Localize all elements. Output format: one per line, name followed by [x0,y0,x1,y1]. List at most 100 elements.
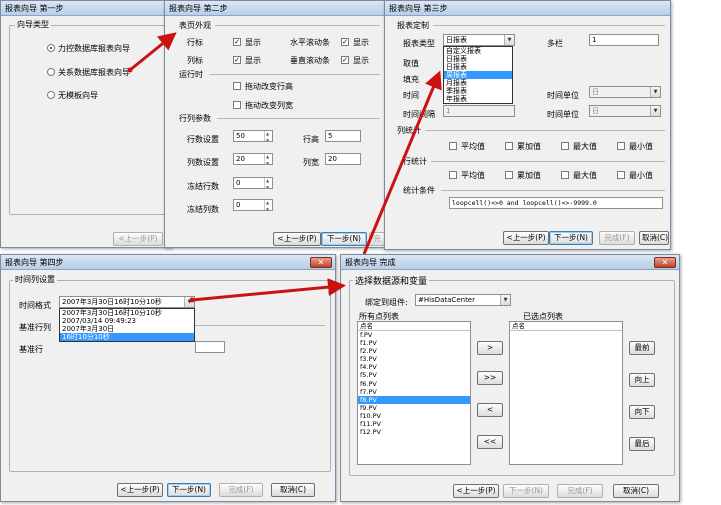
col-sum-label[interactable]: 累加值 [517,141,541,152]
col-count-input[interactable]: 20 [233,153,273,165]
finish-button[interactable]: 完成(F) [219,483,263,497]
table-row[interactable]: f8.PV [358,395,470,404]
freeze-cols-input[interactable]: 0 [233,199,273,211]
next-button[interactable]: 下一步(N) [503,484,549,498]
move-top-button[interactable]: 最前 [629,341,655,355]
list-item[interactable]: 日报表 [444,63,512,71]
list-item[interactable]: 年报表 [444,95,512,103]
table-row[interactable]: f4.PV [358,363,470,371]
row-avg-label[interactable]: 平均值 [461,170,485,181]
table-row[interactable]: f11.PV [358,420,470,428]
row-avg-checkbox[interactable] [449,171,457,179]
time-unit2-combo[interactable]: 日 ▼ [589,105,661,117]
row-height-input[interactable]: 5 [325,130,361,142]
row-max-checkbox[interactable] [561,171,569,179]
col-width-input[interactable]: 20 [325,153,361,165]
table-row[interactable]: f9.PV [358,404,470,412]
col-sum-checkbox[interactable] [505,142,513,150]
col-max-label[interactable]: 最大值 [573,141,597,152]
row-min-checkbox[interactable] [617,171,625,179]
cancel-button[interactable]: 取消(C) [613,484,659,498]
column-header[interactable]: 点名 [358,322,470,331]
vscroll-checkbox[interactable]: ✓ [341,56,349,64]
table-row[interactable]: f12.PV [358,428,470,436]
prev-button[interactable]: <上一步(P) [453,484,499,498]
row-sum-label[interactable]: 累加值 [517,170,541,181]
list-item[interactable]: 季报表 [444,87,512,95]
move-down-button[interactable]: 向下 [629,405,655,419]
finish-button[interactable]: 完 [369,232,385,246]
col-label-checkbox[interactable]: ✓ [233,56,241,64]
row-max-label[interactable]: 最大值 [573,170,597,181]
col-min-label[interactable]: 最小值 [629,141,653,152]
time-format-combo[interactable]: 2007年3月30日16时10分10秒 ▼ [59,296,195,308]
bind-component-combo[interactable]: #HisDataCenter ▼ [415,294,511,306]
col-max-checkbox[interactable] [561,142,569,150]
wizard-finish-titlebar[interactable]: 报表向导 完成 ✕ [341,255,679,270]
list-item[interactable]: 2007年3月30日 [60,325,194,333]
next-button[interactable]: 下一步(N) [321,232,367,246]
row-min-label[interactable]: 最小值 [629,170,653,181]
finish-button[interactable]: 完成(F) [557,484,603,498]
add-all-points-button[interactable]: >> [477,371,503,385]
remove-point-button[interactable]: < [477,403,503,417]
wizard-step2-titlebar[interactable]: 报表向导 第二步 [165,1,385,16]
move-bottom-button[interactable]: 最后 [629,437,655,451]
move-up-button[interactable]: 向上 [629,373,655,387]
drag-row-height-checkbox[interactable] [233,82,241,90]
base-row-input[interactable] [195,341,225,353]
prev-button[interactable]: <上一步(P) [503,231,549,245]
list-item[interactable]: 月报表 [444,79,512,87]
drag-row-height-label[interactable]: 拖动改变行高 [245,81,293,92]
stat-condition-input[interactable]: loopcell()<>0 and loopcell()<>-9999.0 [449,197,663,209]
finish-button[interactable]: 完成(F) [599,231,635,245]
table-row[interactable]: f7.PV [358,388,470,396]
cancel-button[interactable]: 取消(C) [271,483,315,497]
row-count-input[interactable]: 50 [233,130,273,142]
report-type-dropdown-list[interactable]: 自定义报表 日报表 日报表 周报表 月报表 季报表 年报表 [443,46,513,104]
all-points-list[interactable]: 点名 f.PV f1.PV f2.PV f3.PV f4.PV f5.PV f6… [357,321,471,465]
time-interval-input[interactable]: 1 [443,105,515,117]
col-min-checkbox[interactable] [617,142,625,150]
table-row[interactable]: f3.PV [358,355,470,363]
wizard-step4-titlebar[interactable]: 报表向导 第四步 ✕ [1,255,335,270]
radio-realtime-db-label[interactable]: 力控数据库报表向导 [58,43,130,54]
list-item[interactable]: 16时10分10秒 [60,333,194,341]
freeze-rows-input[interactable]: 0 [233,177,273,189]
row-label-checkbox[interactable]: ✓ [233,38,241,46]
close-icon[interactable]: ✕ [310,257,332,268]
multi-column-input[interactable]: 1 [589,34,659,46]
add-point-button[interactable]: > [477,341,503,355]
close-icon[interactable]: ✕ [654,257,676,268]
table-row[interactable]: f10.PV [358,412,470,420]
list-item[interactable]: 日报表 [444,55,512,63]
row-sum-checkbox[interactable] [505,171,513,179]
next-button[interactable]: 下一步(N) [167,483,211,497]
table-row[interactable]: f.PV [358,331,470,339]
prev-button[interactable]: <上一步(P) [117,483,163,497]
report-type-combo[interactable]: 日报表 ▼ [443,34,515,46]
chosen-points-list[interactable]: 点名 [509,321,623,465]
radio-relational-db-label[interactable]: 关系数据库报表向导 [58,67,130,78]
table-row[interactable]: f5.PV [358,371,470,379]
list-item[interactable]: 2007年3月30日16时10分10秒 [60,309,194,317]
remove-all-points-button[interactable]: << [477,435,503,449]
radio-realtime-db[interactable] [47,44,55,52]
time-format-dropdown-list[interactable]: 2007年3月30日16时10分10秒 2007/03/14 09:49:23 … [59,308,195,342]
radio-no-template[interactable] [47,91,55,99]
next-button[interactable]: 下一步(N) [549,231,593,245]
prev-button[interactable]: <上一步(P) [113,232,163,246]
table-row[interactable]: f1.PV [358,339,470,347]
cancel-button[interactable]: 取消(C) [639,231,669,245]
column-header[interactable]: 点名 [510,322,622,331]
list-item[interactable]: 周报表 [444,71,512,79]
drag-col-width-label[interactable]: 拖动改变列宽 [245,100,293,111]
col-avg-label[interactable]: 平均值 [461,141,485,152]
table-row[interactable]: f6.PV [358,380,470,388]
prev-button[interactable]: <上一步(P) [273,232,321,246]
radio-no-template-label[interactable]: 无模板向导 [58,90,98,101]
radio-relational-db[interactable] [47,68,55,76]
wizard-step1-titlebar[interactable]: 报表向导 第一步 [1,1,171,16]
wizard-step3-titlebar[interactable]: 报表向导 第三步 [385,1,670,16]
drag-col-width-checkbox[interactable] [233,101,241,109]
